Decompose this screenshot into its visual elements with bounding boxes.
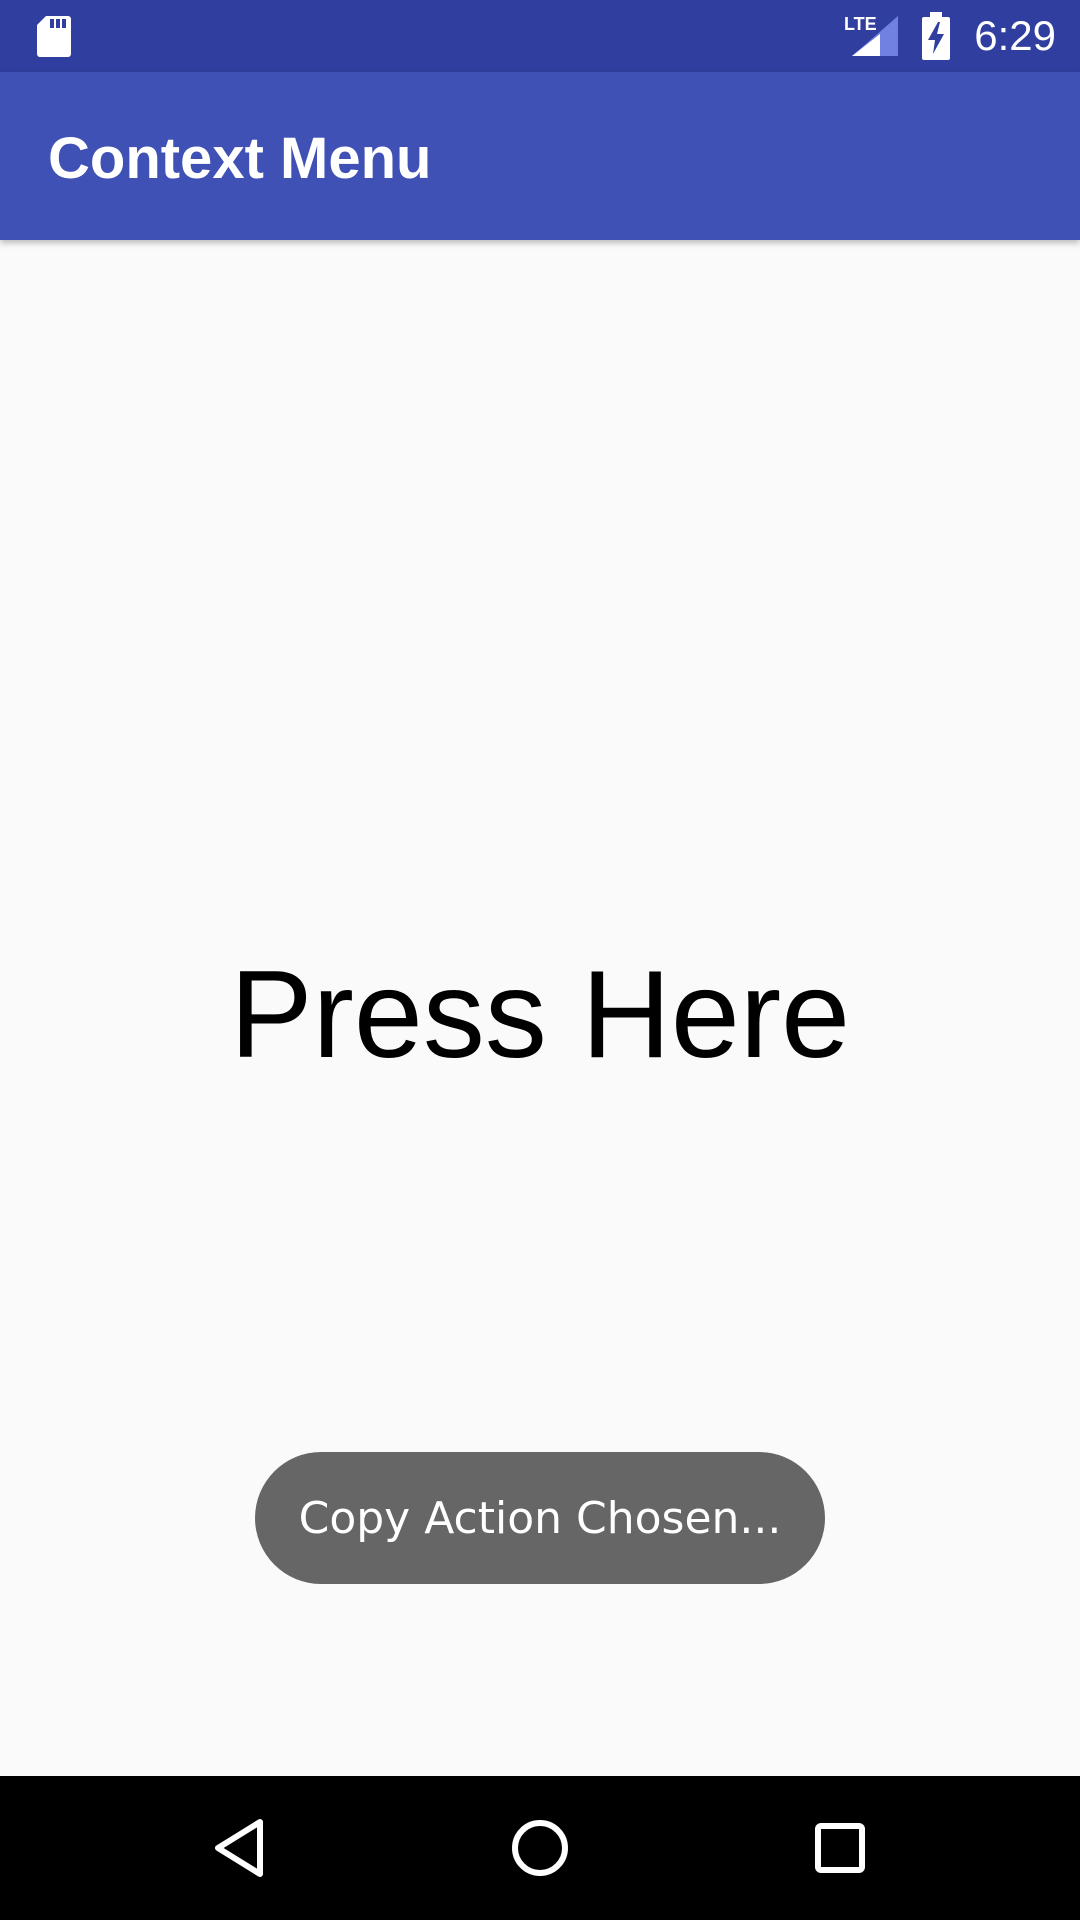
- app-bar: Context Menu: [0, 72, 1080, 240]
- home-button[interactable]: [490, 1798, 590, 1898]
- network-label: LTE: [844, 14, 877, 34]
- lte-signal-icon: LTE: [844, 14, 898, 56]
- sd-card-icon: [37, 16, 71, 57]
- home-icon: [512, 1820, 568, 1876]
- back-button[interactable]: [190, 1798, 290, 1898]
- battery-charging-icon: [922, 12, 950, 60]
- recents-button[interactable]: [790, 1798, 890, 1898]
- app-title: Context Menu: [48, 126, 432, 191]
- back-icon: [215, 1819, 263, 1877]
- press-here-text[interactable]: Press Here: [0, 940, 1080, 1090]
- status-bar: LTE 6:29: [0, 0, 1080, 72]
- toast-message: Copy Action Chosen...: [255, 1452, 825, 1584]
- recents-icon: [815, 1823, 865, 1873]
- navigation-bar: [0, 1776, 1080, 1920]
- toast-text: Copy Action Chosen...: [298, 1492, 782, 1544]
- status-bar-clock: 6:29: [974, 12, 1056, 59]
